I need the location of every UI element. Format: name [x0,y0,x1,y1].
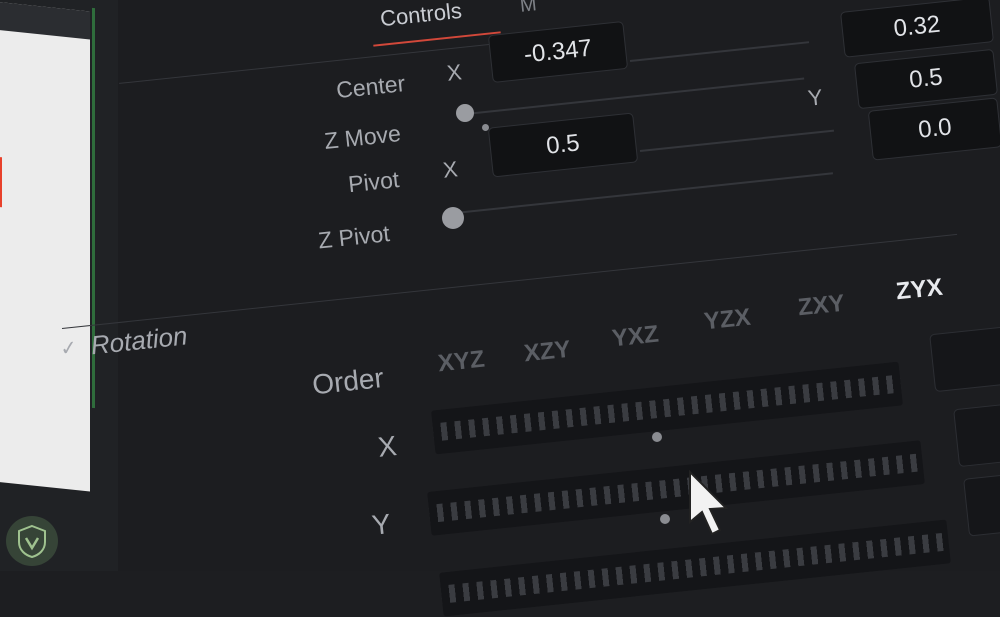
z-move-slider-knob[interactable] [456,104,474,122]
chevron-down-icon: ✓ [59,336,79,361]
order-option-yxz[interactable]: YXZ [611,321,660,354]
value-field-top[interactable]: 0.32 [840,0,994,58]
center-y-axis-label: Y [806,84,824,111]
controls-stage: Controls M Center X -0.347 Y 0.5 0.32 Z … [0,0,1000,617]
rotation-y-field[interactable] [963,473,1000,537]
order-label: Order [310,362,386,401]
order-option-zyx[interactable]: ZYX [895,274,944,307]
tab-media[interactable]: M [519,0,538,18]
z-pivot-slider-track[interactable] [454,172,834,214]
value-field-right[interactable]: 0.0 [867,97,1000,161]
order-option-yzx[interactable]: YZX [703,304,752,337]
rotation-y-dial[interactable] [427,440,925,536]
center-label: Center [334,70,407,104]
pivot-slider-track[interactable] [639,129,835,152]
center-slider-track[interactable] [629,41,810,62]
center-x-field[interactable]: -0.347 [487,21,629,83]
z-pivot-label: Z Pivot [316,220,391,254]
watermark-shield-icon [6,516,58,566]
center-x-axis-label: X [445,59,463,86]
z-pivot-slider-knob[interactable] [442,207,464,229]
order-option-xzy[interactable]: XZY [523,336,572,369]
rotation-x-field[interactable] [953,402,1000,468]
pivot-x-field[interactable]: 0.5 [487,112,639,178]
pivot-x-axis-label: X [441,156,459,183]
rotation-x-label: X [376,430,399,463]
rotation-x-dial[interactable] [430,361,904,455]
tab-controls[interactable]: Controls [379,0,463,32]
order-option-xyz[interactable]: XYZ [437,346,486,379]
z-move-label: Z Move [323,120,402,154]
rotation-order-side-field[interactable] [929,325,1000,393]
rotation-section-title: Rotation [89,320,189,361]
z-move-slider-track[interactable] [465,77,805,115]
pivot-label: Pivot [346,166,401,198]
rotation-y-default-dot [660,514,670,524]
rotation-y-label: Y [370,508,393,541]
mouse-cursor-icon [689,470,729,536]
order-option-zxy[interactable]: ZXY [797,290,846,323]
rotation-x-default-dot [652,432,662,442]
